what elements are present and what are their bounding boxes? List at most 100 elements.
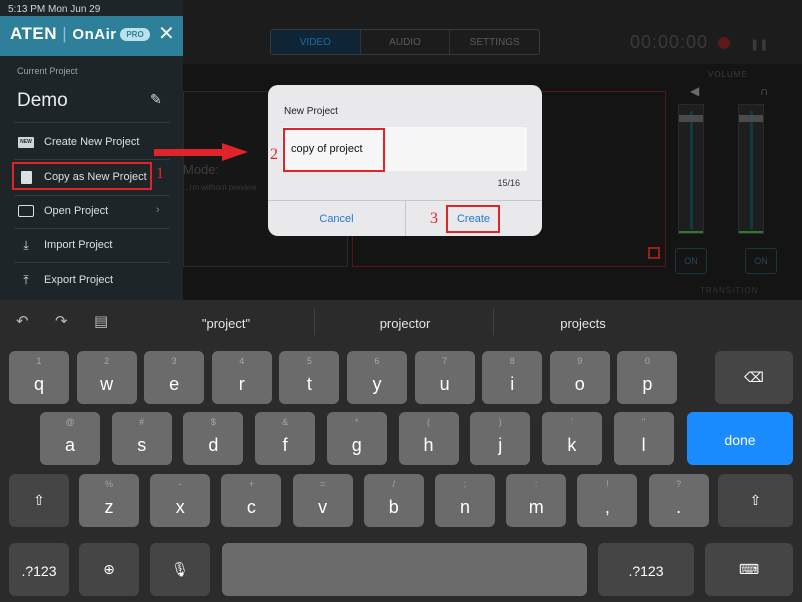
key-m[interactable]: :m — [506, 474, 567, 527]
key-secondary-label: $ — [210, 417, 216, 427]
highlight-create-button — [446, 205, 500, 233]
folder-icon — [18, 204, 34, 218]
character-count: 15/16 — [497, 178, 520, 188]
key-n[interactable]: ; n — [435, 474, 495, 527]
globe-icon[interactable]: ⊕ — [79, 543, 139, 596]
record-icon[interactable] — [718, 37, 730, 49]
key-p[interactable]: 0p — [617, 351, 678, 404]
undo-icon[interactable]: ↶ — [16, 312, 29, 330]
paste-icon[interactable]: ▤ — [94, 312, 108, 330]
backspace-key[interactable]: ⌫ — [715, 351, 793, 404]
close-icon[interactable]: ✕ — [158, 21, 175, 46]
cancel-button[interactable]: Cancel — [268, 201, 405, 236]
key-x[interactable]: -x — [150, 474, 211, 527]
key-label: .?123 — [628, 563, 664, 579]
key-a[interactable]: @ a — [40, 412, 100, 465]
key-label: m — [528, 497, 544, 517]
key-label: .?123 — [21, 563, 57, 579]
headphones-on-button[interactable]: ON — [745, 248, 777, 274]
key-secondary-label: ! — [606, 479, 609, 489]
brand-separator: | — [62, 24, 68, 43]
microphone-icon[interactable]: 🎙 — [150, 543, 210, 596]
key-j[interactable]: ) j — [470, 412, 531, 465]
key-r[interactable]: 4r — [211, 351, 272, 404]
key-i[interactable]: 8i — [482, 351, 543, 404]
numbers-key-left[interactable]: .?123 — [9, 543, 69, 596]
key-label: h — [423, 435, 434, 455]
volume-fader-headphones[interactable] — [738, 104, 764, 234]
speaker-icon: ◀ — [690, 84, 700, 98]
key-label: t — [306, 374, 312, 394]
step-number-1: 1 — [156, 165, 164, 182]
sidebar-item-import-project[interactable]: ⤓ Import Project — [14, 230, 170, 260]
key-label: a — [64, 435, 75, 455]
key-label: g — [351, 435, 362, 455]
space-bar[interactable] — [222, 543, 587, 596]
suggestion-3[interactable]: projects — [523, 316, 643, 331]
suggestion-divider — [493, 309, 494, 335]
highlight-copy-as-new-project — [12, 162, 152, 190]
suggestion-2[interactable]: projector — [345, 316, 465, 331]
key-label: l — [641, 435, 646, 455]
speaker-on-button[interactable]: ON — [675, 248, 707, 274]
key-h[interactable]: (h — [398, 412, 459, 465]
volume-label: VOLUME — [708, 70, 748, 79]
key-period[interactable]: ?. — [648, 474, 709, 527]
key-e[interactable]: 3e — [144, 351, 205, 404]
key-z[interactable]: % z — [79, 474, 139, 527]
key-label: s — [137, 435, 147, 455]
key-label: o — [574, 374, 585, 394]
sidebar-item-export-project[interactable]: ⤒ Export Project — [14, 265, 170, 295]
key-secondary-label: ( — [427, 417, 430, 427]
suggestion-1[interactable]: "project" — [166, 316, 286, 331]
key-secondary-label: ' — [571, 417, 573, 427]
pause-icon[interactable]: ❚❚ — [750, 38, 768, 51]
key-u[interactable]: 7u — [414, 351, 475, 404]
key-label: x — [175, 497, 185, 517]
sidebar-item-label: Create New Project — [44, 136, 140, 148]
tab-settings[interactable]: SETTINGS — [450, 30, 539, 54]
key-label: j — [498, 435, 503, 455]
key-b[interactable]: / b — [363, 474, 424, 527]
key-l[interactable]: " l — [613, 412, 674, 465]
key-c[interactable]: + c — [221, 474, 282, 527]
transition-label: TRANSITION — [700, 286, 759, 295]
key-w[interactable]: 2w — [76, 351, 137, 404]
sidebar-item-label: Import Project — [44, 239, 113, 251]
key-comma[interactable]: !, — [577, 474, 638, 527]
key-secondary-label: 6 — [374, 356, 380, 366]
fullscreen-icon[interactable] — [648, 247, 660, 259]
key-t[interactable]: 5t — [279, 351, 340, 404]
pencil-icon[interactable]: ✎ — [150, 91, 162, 108]
tab-video[interactable]: VIDEO — [271, 30, 361, 54]
hide-keyboard-icon[interactable]: ⌨ — [705, 543, 793, 596]
done-key[interactable]: done — [687, 412, 793, 465]
sidebar-item-open-project[interactable]: Open Project — [14, 196, 170, 226]
key-o[interactable]: 9o — [549, 351, 610, 404]
key-secondary-label: 2 — [104, 356, 110, 366]
key-s[interactable]: # s — [111, 412, 172, 465]
key-g[interactable]: * g — [326, 412, 387, 465]
key-y[interactable]: 6y — [347, 351, 407, 404]
key-secondary-label: 4 — [239, 356, 245, 366]
key-secondary-label: 9 — [577, 356, 583, 366]
numbers-key-right[interactable]: .?123 — [598, 543, 694, 596]
shift-left-key[interactable]: ⇧ — [9, 474, 69, 527]
sidebar-item-create-new-project[interactable]: NEW Create New Project — [14, 127, 170, 157]
key-label: v — [318, 497, 328, 517]
tab-audio[interactable]: AUDIO — [361, 30, 451, 54]
key-k[interactable]: ' k — [541, 412, 602, 465]
key-label: . — [676, 497, 682, 517]
key-d[interactable]: $ d — [183, 412, 244, 465]
shift-right-key[interactable]: ⇧ — [718, 474, 793, 527]
key-v[interactable]: = v — [292, 474, 353, 527]
key-q[interactable]: 1q — [9, 351, 69, 404]
volume-fader-speaker[interactable] — [678, 104, 704, 234]
key-label: k — [567, 435, 577, 455]
main-tab-bar: VIDEO AUDIO SETTINGS — [270, 29, 540, 55]
key-label: f — [282, 435, 288, 455]
key-f[interactable]: & f — [255, 412, 316, 465]
redo-icon[interactable]: ↷ — [55, 312, 68, 330]
chevron-right-icon: › — [156, 204, 160, 216]
key-label: y — [372, 374, 382, 394]
